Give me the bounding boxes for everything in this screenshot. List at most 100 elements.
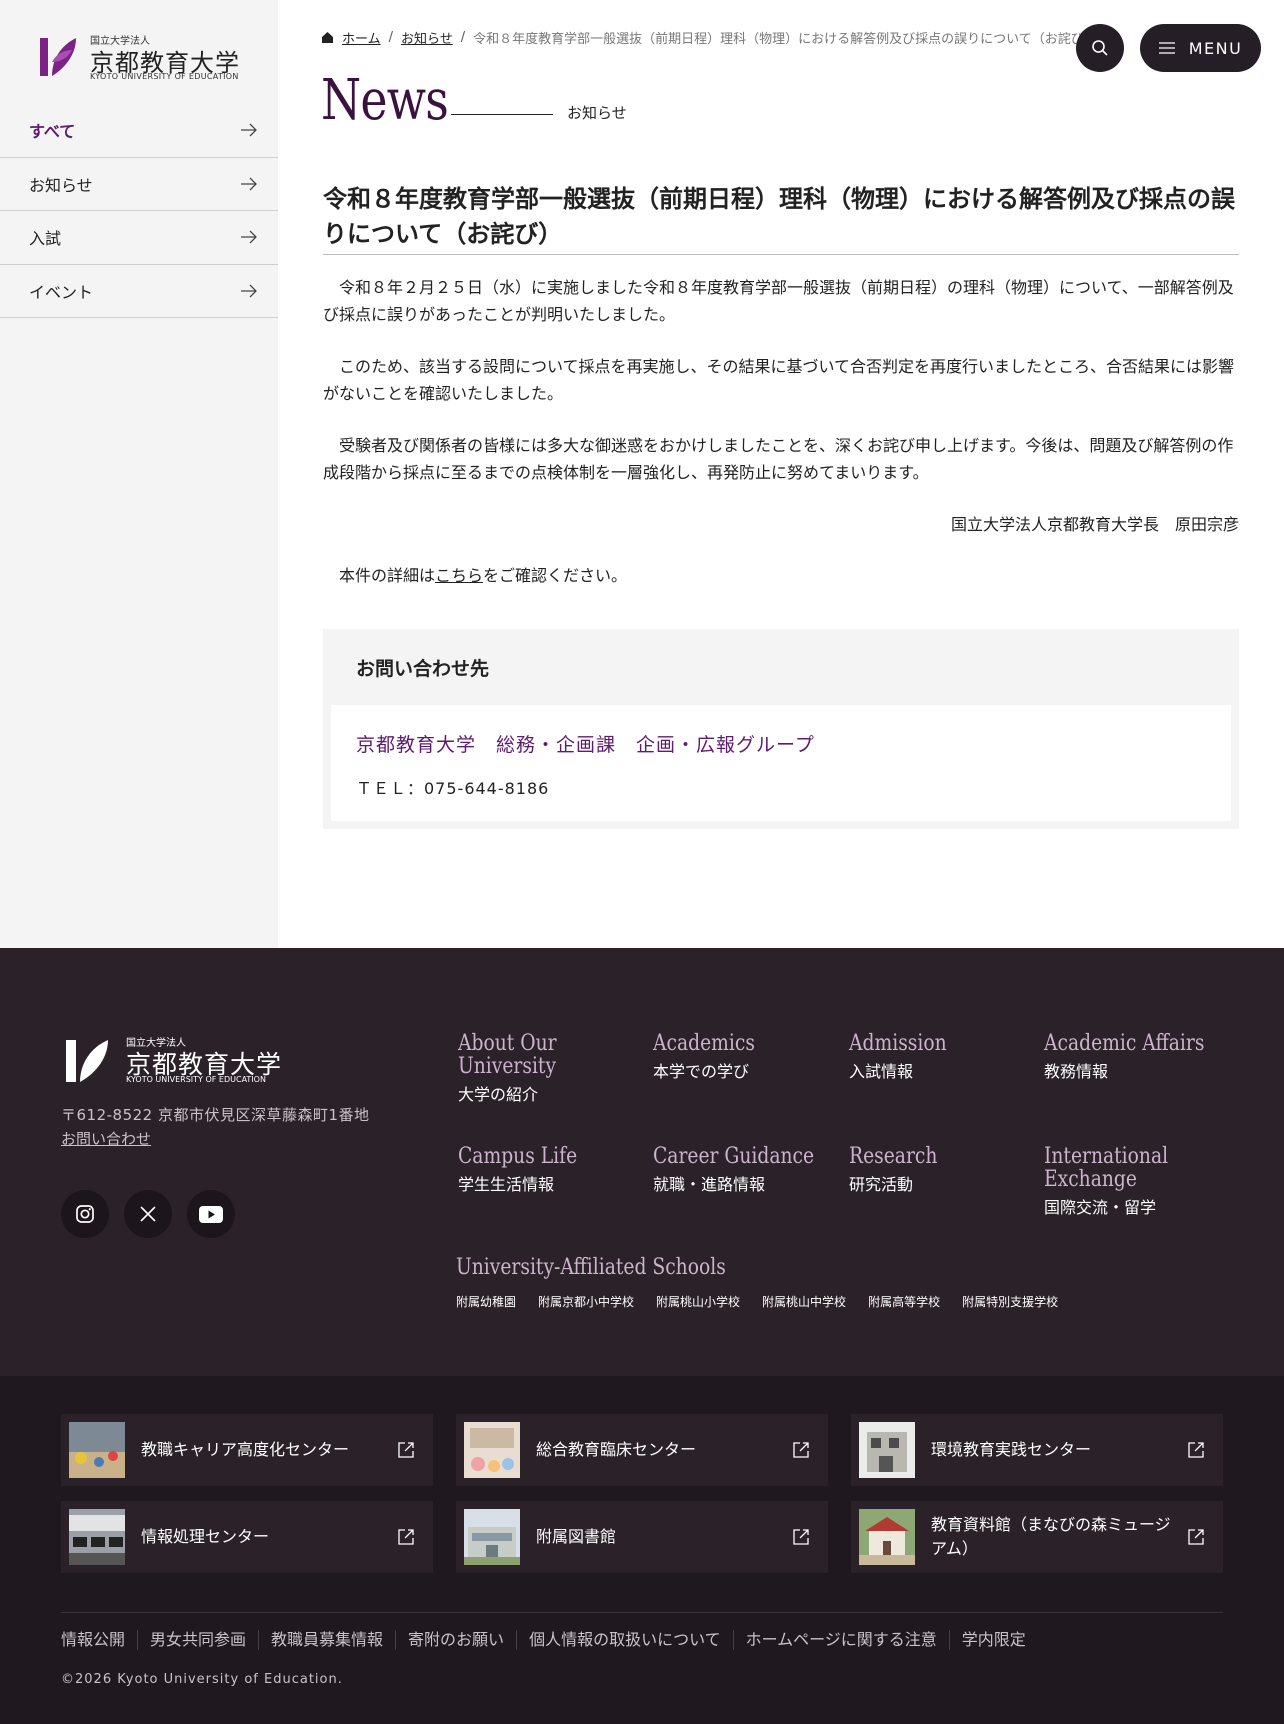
arrow-right-icon: [241, 123, 257, 137]
facility-photo: [859, 1422, 915, 1478]
footer-link[interactable]: 情報公開: [61, 1630, 137, 1650]
sidebar-item-all[interactable]: すべて: [0, 104, 278, 158]
footer-nav-admission[interactable]: Admission 入試情報: [849, 1032, 964, 1082]
footer-contact-link[interactable]: お問い合わせ: [61, 1128, 151, 1149]
facility-label: 教育資料館（まなびの森ミュージアム）: [931, 1515, 1171, 1558]
footer-nav-en: Academics: [653, 1031, 755, 1056]
site-footer: 国立大学法人 京都教育大学 KYOTO UNIVERSITY OF EDUCAT…: [0, 948, 1284, 1376]
detail-link[interactable]: こちら: [435, 566, 483, 585]
category-nav: すべて お知らせ 入試 イベント: [0, 104, 278, 318]
footer-nav-international[interactable]: International Exchange 国際交流・留学: [1044, 1145, 1190, 1218]
sidebar-item-label: お知らせ: [29, 175, 93, 195]
arrow-right-icon: [241, 284, 257, 298]
footer-nav-en: University-Affiliated Schools: [456, 1255, 726, 1280]
footer-logo[interactable]: 国立大学法人 京都教育大学 KYOTO UNIVERSITY OF EDUCAT…: [64, 1034, 304, 1086]
footer-link[interactable]: 教職員募集情報: [258, 1630, 395, 1650]
external-link-icon: [398, 1529, 414, 1545]
x-icon: [140, 1206, 156, 1222]
footer-nav-en: Academic Affairs: [1044, 1031, 1205, 1056]
external-link-icon: [793, 1442, 809, 1458]
footer-nav-about[interactable]: About Our University 大学の紹介: [458, 1032, 574, 1105]
facility-label: 情報処理センター: [141, 1527, 270, 1546]
footer-nav-academic-affairs[interactable]: Academic Affairs 教務情報: [1044, 1032, 1233, 1082]
facility-card[interactable]: 教育資料館（まなびの森ミュージアム）: [851, 1501, 1223, 1573]
breadcrumb-home[interactable]: ホーム: [342, 28, 381, 47]
facility-card[interactable]: 附属図書館: [456, 1501, 828, 1573]
footer-nav-research[interactable]: Research 研究活動: [849, 1145, 953, 1195]
facility-card[interactable]: 情報処理センター: [61, 1501, 433, 1573]
article-signature: 国立大学法人京都教育大学長 原田宗彦: [950, 515, 1239, 534]
breadcrumb-current: 令和８年度教育学部一般選抜（前期日程）理科（物理）における解答例及び採点の誤りに…: [473, 32, 1097, 47]
menu-button[interactable]: MENU: [1140, 24, 1261, 72]
sidebar-item-label: イベント: [29, 282, 94, 302]
page-title: News: [321, 68, 449, 133]
footer-link[interactable]: 寄附のお願い: [395, 1630, 516, 1650]
facility-label: 総合教育臨床センター: [536, 1440, 697, 1459]
school-link[interactable]: 附属京都小中学校: [538, 1293, 634, 1310]
article-paragraph: 受験者及び関係者の皆様には多大な御迷惑をおかけしましたことを、深くお詫び申し上げ…: [323, 436, 1234, 482]
footer-nav-ja: 教務情報: [1044, 1062, 1109, 1081]
article-body: 令和８年２月２５日（水）に実施しました令和８年度教育学部一般選抜（前期日程）の理…: [323, 274, 1239, 614]
logo-mark-icon: [40, 38, 76, 76]
sidebar: 国立大学法人 京都教育大学 KYOTO UNIVERSITY OF EDUCAT…: [0, 0, 278, 948]
footer-nav-ja: 就職・進路情報: [653, 1175, 766, 1194]
facility-card[interactable]: 環境教育実践センター: [851, 1414, 1223, 1486]
footer-nav-ja: 研究活動: [849, 1175, 914, 1194]
school-link[interactable]: 附属桃山中学校: [762, 1293, 846, 1310]
contact-box: 京都教育大学 総務・企画課 企画・広報グループ ＴＥＬ：075-644-8186: [331, 705, 1231, 821]
footer-nav-ja: 本学での学び: [653, 1062, 750, 1081]
school-link[interactable]: 附属桃山小学校: [656, 1293, 740, 1310]
logo-english: KYOTO UNIVERSITY OF EDUCATION: [90, 72, 239, 81]
sidebar-item-admission[interactable]: 入試: [0, 211, 278, 265]
footer-nav-ja: 国際交流・留学: [1044, 1198, 1157, 1217]
facility-card[interactable]: 総合教育臨床センター: [456, 1414, 828, 1486]
footer-nav-ja: 大学の紹介: [458, 1085, 539, 1104]
sidebar-item-news[interactable]: お知らせ: [0, 158, 278, 211]
footer-link[interactable]: 個人情報の取扱いについて: [516, 1630, 733, 1650]
school-link[interactable]: 附属高等学校: [868, 1293, 940, 1310]
search-icon: [1092, 40, 1108, 56]
breadcrumb-news[interactable]: お知らせ: [401, 28, 453, 47]
footer-nav-ja: 学生生活情報: [458, 1175, 555, 1194]
university-logo[interactable]: 国立大学法人 京都教育大学 KYOTO UNIVERSITY OF EDUCAT…: [38, 32, 258, 82]
footer-nav-en: Admission: [849, 1031, 947, 1056]
facility-photo: [464, 1422, 520, 1478]
footer-nav-career[interactable]: Career Guidance 就職・進路情報: [653, 1145, 843, 1195]
logo-mark-icon: [66, 1040, 108, 1082]
x-button[interactable]: [124, 1190, 172, 1238]
footer-link[interactable]: ホームページに関する注意: [732, 1630, 949, 1650]
facility-photo: [464, 1509, 520, 1565]
breadcrumb-separator: /: [460, 30, 466, 45]
arrow-right-icon: [241, 177, 257, 191]
instagram-button[interactable]: [61, 1190, 109, 1238]
home-icon[interactable]: [321, 31, 334, 44]
page-subtitle: お知らせ: [567, 104, 627, 122]
logo-english: KYOTO UNIVERSITY OF EDUCATION: [126, 1075, 266, 1084]
article-detail: 本件の詳細はこちらをご確認ください。: [323, 562, 1239, 589]
footer-nav-academics[interactable]: Academics 本学での学び: [653, 1032, 773, 1082]
facility-card[interactable]: 教職キャリア高度化センター: [61, 1414, 433, 1486]
youtube-icon: [199, 1205, 223, 1223]
footer-link[interactable]: 男女共同参画: [137, 1630, 258, 1650]
facility-label: 環境教育実践センター: [931, 1440, 1092, 1459]
contact-heading: お問い合わせ先: [356, 658, 490, 680]
sidebar-item-event[interactable]: イベント: [0, 265, 278, 318]
detail-prefix: 本件の詳細は: [339, 566, 436, 585]
youtube-button[interactable]: [187, 1190, 235, 1238]
school-link[interactable]: 附属幼稚園: [456, 1293, 516, 1310]
sidebar-item-label: 入試: [29, 229, 62, 249]
footer-nav-en: Research: [849, 1144, 938, 1169]
footer-links: 情報公開 男女共同参画 教職員募集情報 寄附のお願い 個人情報の取扱いについて …: [61, 1630, 1038, 1650]
facility-label: 教職キャリア高度化センター: [141, 1440, 350, 1459]
external-link-icon: [1188, 1529, 1204, 1545]
footer-link[interactable]: 学内限定: [948, 1630, 1038, 1650]
hamburger-icon: [1158, 42, 1175, 54]
external-link-icon: [1188, 1442, 1204, 1458]
search-button[interactable]: [1076, 24, 1124, 72]
article-title: 令和８年度教育学部一般選抜（前期日程）理科（物理）における解答例及び採点の誤りに…: [323, 182, 1239, 255]
sidebar-item-label: すべて: [29, 122, 76, 142]
article-paragraph: 令和８年２月２５日（水）に実施しました令和８年度教育学部一般選抜（前期日程）の理…: [323, 278, 1234, 324]
detail-suffix: をご確認ください。: [483, 566, 628, 585]
footer-nav-campus-life[interactable]: Campus Life 学生生活情報: [458, 1145, 598, 1195]
school-link[interactable]: 附属特別支援学校: [962, 1293, 1058, 1310]
